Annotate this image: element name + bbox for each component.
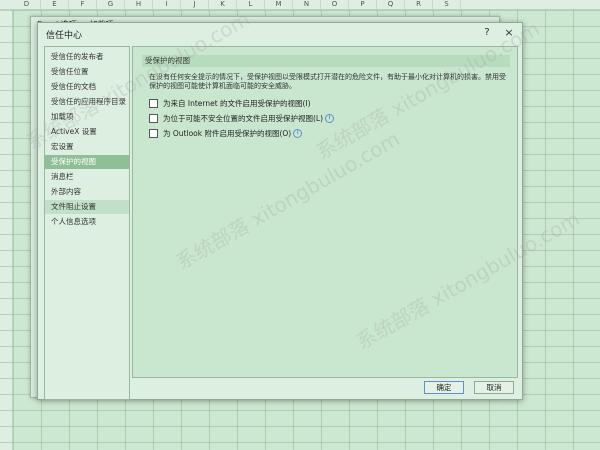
column-header[interactable]: Q xyxy=(377,0,405,9)
section-title: 受保护的视图 xyxy=(142,55,510,67)
column-header[interactable]: L xyxy=(237,0,265,9)
option-outlook-attachments[interactable]: 为 Outlook 附件启用受保护的视图(O) i xyxy=(149,127,303,139)
checkbox-unsafe-locations[interactable] xyxy=(149,113,158,123)
option-unsafe-locations[interactable]: 为位于可能不安全位置的文件启用受保护视图(L) i xyxy=(149,112,335,124)
sidebar-item-privacy-options[interactable]: 个人信息选项 xyxy=(45,215,129,229)
dialog-titlebar[interactable]: 信任中心 ? × xyxy=(38,23,522,43)
column-header[interactable]: E xyxy=(41,0,69,9)
checkbox-outlook-attachments[interactable] xyxy=(149,128,158,138)
column-header[interactable]: P xyxy=(349,0,377,9)
info-icon[interactable]: i xyxy=(325,113,335,123)
sidebar-item-add-ins[interactable]: 加载项 xyxy=(45,110,129,124)
column-header[interactable]: K xyxy=(209,0,237,9)
sidebar-item-protected-view[interactable]: 受保护的视图 xyxy=(45,155,129,169)
protected-view-panel: 受保护的视图 在没有任何安全提示的情况下，受保护视图以受限模式打开潜在的危险文件… xyxy=(132,46,518,378)
column-header[interactable]: N xyxy=(293,0,321,9)
checkbox-internet-files[interactable] xyxy=(149,98,158,108)
option-label[interactable]: 为 Outlook 附件启用受保护的视图(O) xyxy=(163,128,291,139)
column-header[interactable]: F xyxy=(69,0,97,9)
column-header[interactable]: I xyxy=(153,0,181,9)
column-header[interactable]: J xyxy=(181,0,209,9)
ok-button[interactable]: 确定 xyxy=(424,381,464,394)
option-label[interactable]: 为位于可能不安全位置的文件启用受保护视图(L) xyxy=(163,113,323,124)
option-label[interactable]: 为来自 Internet 的文件启用受保护的视图(I) xyxy=(163,98,311,109)
column-header-bar: D E F G H I J K L M N O P Q R S xyxy=(0,0,600,10)
cancel-button[interactable]: 取消 xyxy=(474,381,514,394)
trust-center-sidebar: 受信任的发布者 受信任位置 受信任的文档 受信任的应用程序目录 加载项 Acti… xyxy=(44,46,130,400)
sidebar-item-macro-settings[interactable]: 宏设置 xyxy=(45,140,129,154)
column-header[interactable]: H xyxy=(125,0,153,9)
column-header[interactable]: S xyxy=(433,0,461,9)
trust-center-dialog: 信任中心 ? × 受信任的发布者 受信任位置 受信任的文档 受信任的应用程序目录… xyxy=(37,22,523,400)
info-icon[interactable]: i xyxy=(293,128,303,138)
dialog-title: 信任中心 xyxy=(46,31,83,41)
column-header[interactable]: R xyxy=(405,0,433,9)
sidebar-item-trusted-app-catalogs[interactable]: 受信任的应用程序目录 xyxy=(45,95,129,109)
help-button[interactable]: ? xyxy=(480,26,494,40)
sidebar-item-trusted-locations[interactable]: 受信任位置 xyxy=(45,65,129,79)
sidebar-item-trusted-documents[interactable]: 受信任的文档 xyxy=(45,80,129,94)
sidebar-item-file-block-settings[interactable]: 文件阻止设置 xyxy=(45,200,129,214)
column-header[interactable]: M xyxy=(265,0,293,9)
section-description: 在没有任何安全提示的情况下，受保护视图以受限模式打开潜在的危险文件，有助于最小化… xyxy=(149,73,506,90)
column-header[interactable]: G xyxy=(97,0,125,9)
column-header[interactable]: O xyxy=(321,0,349,9)
option-internet-files[interactable]: 为来自 Internet 的文件启用受保护的视图(I) xyxy=(149,97,311,109)
column-header[interactable]: D xyxy=(13,0,41,9)
sidebar-item-external-content[interactable]: 外部内容 xyxy=(45,185,129,199)
close-button[interactable]: × xyxy=(502,26,516,40)
sidebar-item-message-bar[interactable]: 消息栏 xyxy=(45,170,129,184)
sidebar-item-activex-settings[interactable]: ActiveX 设置 xyxy=(45,125,129,139)
sidebar-item-trusted-publishers[interactable]: 受信任的发布者 xyxy=(45,50,129,64)
